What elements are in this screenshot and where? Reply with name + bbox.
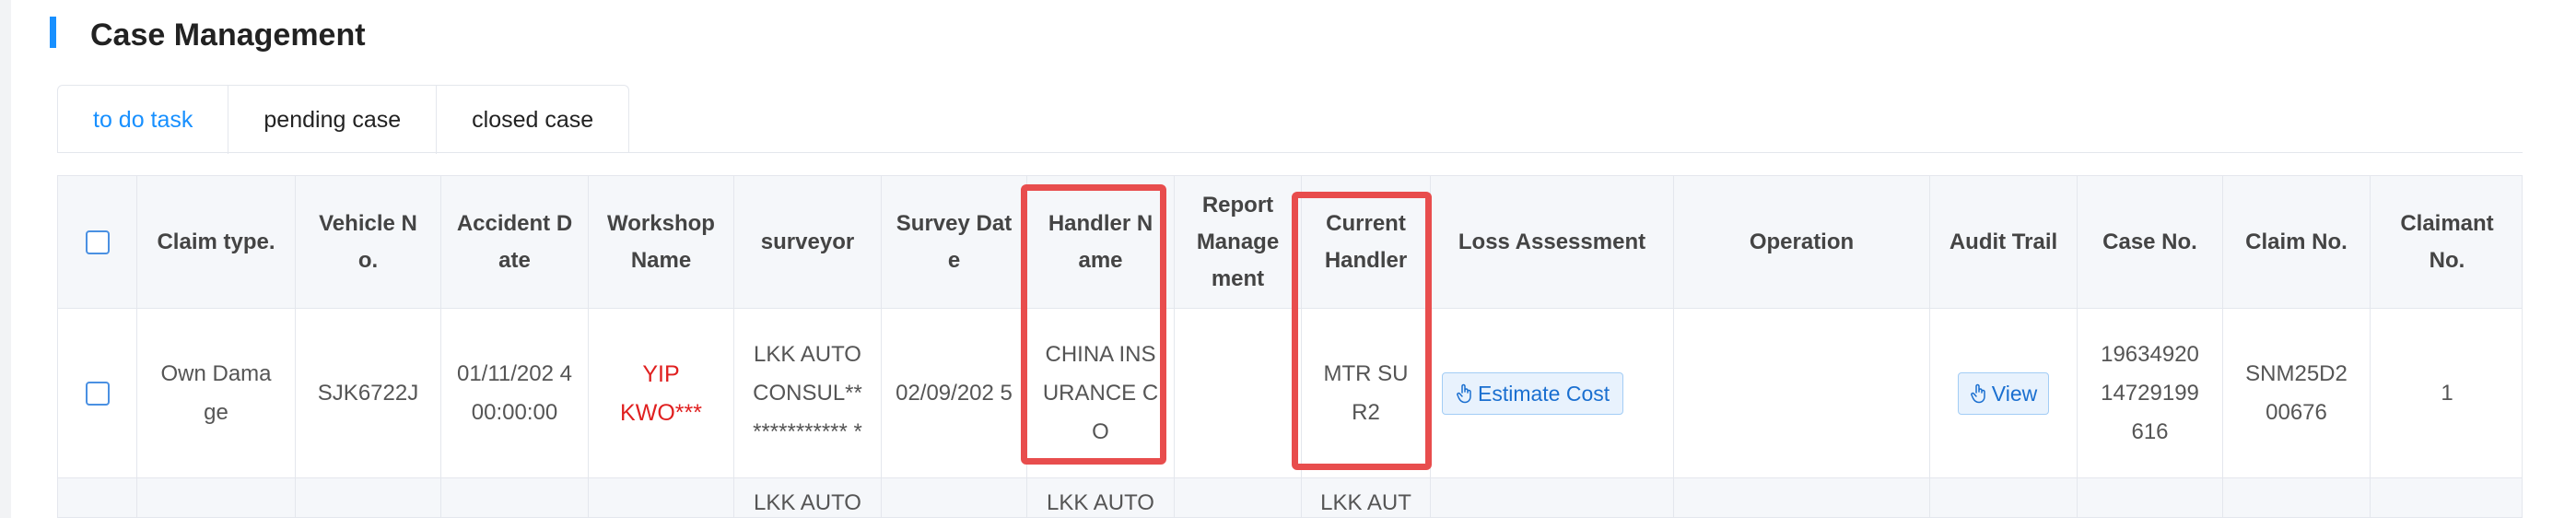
cell-surveyor: LKK AUTO [734,478,882,517]
cell-vehicle-no: SJK6722J [296,309,441,478]
case-tabs: to do task pending case closed case [57,85,630,154]
header-surveyor: surveyor [734,176,882,309]
view-label: View [1991,382,2038,406]
tab-to-do-task[interactable]: to do task [58,86,228,154]
table-header: Claim type. Vehicle N o. Accident D ate … [58,176,2522,309]
cell-operation [1674,478,1930,517]
header-accident-date: Accident D ate [441,176,589,309]
cell-vehicle-no [296,478,441,517]
header-workshop-name: Workshop Name [589,176,734,309]
header-claim-no: Claim No. [2223,176,2371,309]
cell-accident-date: 01/11/202 4 00:00:00 [441,309,589,478]
view-audit-trail-button[interactable]: View [1957,372,2050,415]
cell-survey-date [882,478,1027,517]
header-handler-name: Handler N ame [1027,176,1175,309]
cell-workshop-name [589,478,734,517]
cell-claim-no [2223,478,2371,517]
cell-handler-name: LKK AUTO [1027,478,1175,517]
row-select-cell [58,478,137,517]
select-all-checkbox[interactable] [85,230,110,254]
workshop-name-text: YIP KWO*** [620,361,702,426]
cell-claim-type: Own Dama ge [137,309,296,478]
header-report-management: Report Manage ment [1175,176,1302,309]
title-accent-bar [50,17,56,48]
header-loss-assessment: Loss Assessment [1431,176,1674,309]
cell-claimant-no: 1 [2441,381,2453,406]
cell-survey-date: 02/09/202 5 [882,309,1027,478]
cell-operation [1674,309,1930,478]
cell-current-handler: LKK AUT [1302,478,1431,517]
row-checkbox[interactable] [85,382,110,406]
header-current-handler: Current Handler [1302,176,1431,309]
case-table: Claim type. Vehicle N o. Accident D ate … [57,175,2523,518]
estimate-cost-button[interactable]: Estimate Cost [1442,372,1624,415]
tab-pending-case[interactable]: pending case [228,86,436,154]
tab-closed-case[interactable]: closed case [436,86,628,154]
header-claim-type: Claim type. [137,176,296,309]
header-case-no: Case No. [2078,176,2223,309]
cell-case-no: 19634920 14729199 616 [2078,309,2223,478]
cell-loss-assessment: Estimate Cost [1431,309,1674,478]
estimate-cost-label: Estimate Cost [1478,382,1610,406]
cell-report-management [1175,309,1302,478]
row-select-cell [58,309,137,478]
header-vehicle-no: Vehicle N o. [296,176,441,309]
cell-claimant-no [2371,478,2522,517]
hand-pointer-icon [1457,383,1471,404]
header-claimant-no: Claimant No. [2400,211,2494,273]
cell-claim-type [137,478,296,517]
cell-audit-trail [1930,478,2078,517]
cell-audit-trail: View [1930,309,2078,478]
cell-report-management [1175,478,1302,517]
table-row: LKK AUTO LKK AUTO LKK AUT [58,478,2522,517]
header-audit-trail: Audit Trail [1930,176,2078,309]
header-operation: Operation [1674,176,1930,309]
cell-case-no [2078,478,2223,517]
header-survey-date: Survey Dat e [882,176,1027,309]
hand-pointer-icon [1970,383,1985,404]
cell-claim-no: SNM25D2 00676 [2223,309,2371,478]
cell-handler-name: CHINA INS URANCE C O [1027,309,1175,478]
header-select-all-cell [58,176,137,309]
cell-workshop-name: YIP KWO*** [589,309,734,478]
cell-loss-assessment [1431,478,1674,517]
page-title: Case Management [90,18,366,53]
cell-accident-date [441,478,589,517]
cell-current-handler: MTR SU R2 [1302,309,1431,478]
cell-surveyor: LKK AUTO CONSUL** *********** * [734,309,882,478]
tabs-divider [57,152,2523,153]
table-row: Own Dama ge SJK6722J 01/11/202 4 00:00:0… [58,309,2522,478]
